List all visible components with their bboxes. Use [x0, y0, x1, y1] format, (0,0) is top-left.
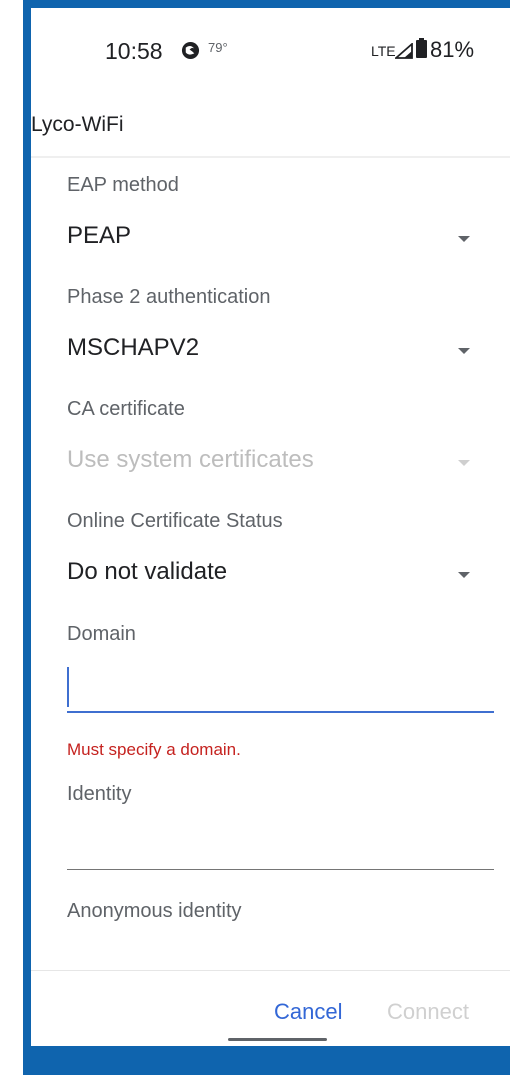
ocsp-select[interactable]: Do not validate [31, 554, 510, 598]
status-bar: 10:58 79° LTE 81% [31, 8, 510, 92]
ca-certificate-value: Use system certificates [67, 446, 314, 473]
dialog-title: Lyco-WiFi [31, 113, 124, 136]
cancel-button[interactable]: Cancel [274, 999, 342, 1025]
title-divider [31, 156, 510, 158]
ca-certificate-select[interactable]: Use system certificates [31, 442, 510, 486]
ca-certificate-label: CA certificate [67, 398, 185, 420]
chevron-down-icon [458, 236, 470, 242]
chevron-down-icon [458, 460, 470, 466]
wifi-config-screen: 10:58 79° LTE 81% Lyco-WiFi EAP method P… [31, 8, 510, 1046]
chevron-down-icon [458, 348, 470, 354]
gesture-nav-handle[interactable] [228, 1038, 327, 1041]
eap-method-label: EAP method [67, 174, 179, 196]
phase2-value: MSCHAPV2 [67, 334, 200, 361]
firefox-icon [181, 41, 200, 60]
domain-label: Domain [67, 623, 136, 645]
identity-label: Identity [67, 783, 132, 805]
status-battery: 81% [430, 37, 475, 62]
domain-error: Must specify a domain. [67, 740, 241, 759]
domain-input[interactable] [67, 663, 494, 713]
eap-method-value: PEAP [67, 222, 132, 249]
ocsp-value: Do not validate [67, 558, 228, 585]
phase2-select[interactable]: MSCHAPV2 [31, 330, 510, 374]
ocsp-label: Online Certificate Status [67, 510, 283, 532]
signal-icon [395, 43, 413, 59]
status-time: 10:58 [105, 38, 163, 64]
connect-button[interactable]: Connect [387, 999, 469, 1025]
battery-icon [416, 38, 427, 58]
identity-input[interactable] [67, 820, 494, 870]
text-cursor [67, 667, 69, 707]
buttons-divider [31, 970, 510, 971]
eap-method-select[interactable]: PEAP [31, 218, 510, 262]
frame-edge [0, 0, 23, 1075]
chevron-down-icon [458, 572, 470, 578]
status-temperature: 79° [208, 40, 228, 55]
anonymous-identity-label: Anonymous identity [67, 900, 242, 922]
phase2-label: Phase 2 authentication [67, 286, 271, 308]
status-network: LTE [371, 43, 396, 59]
